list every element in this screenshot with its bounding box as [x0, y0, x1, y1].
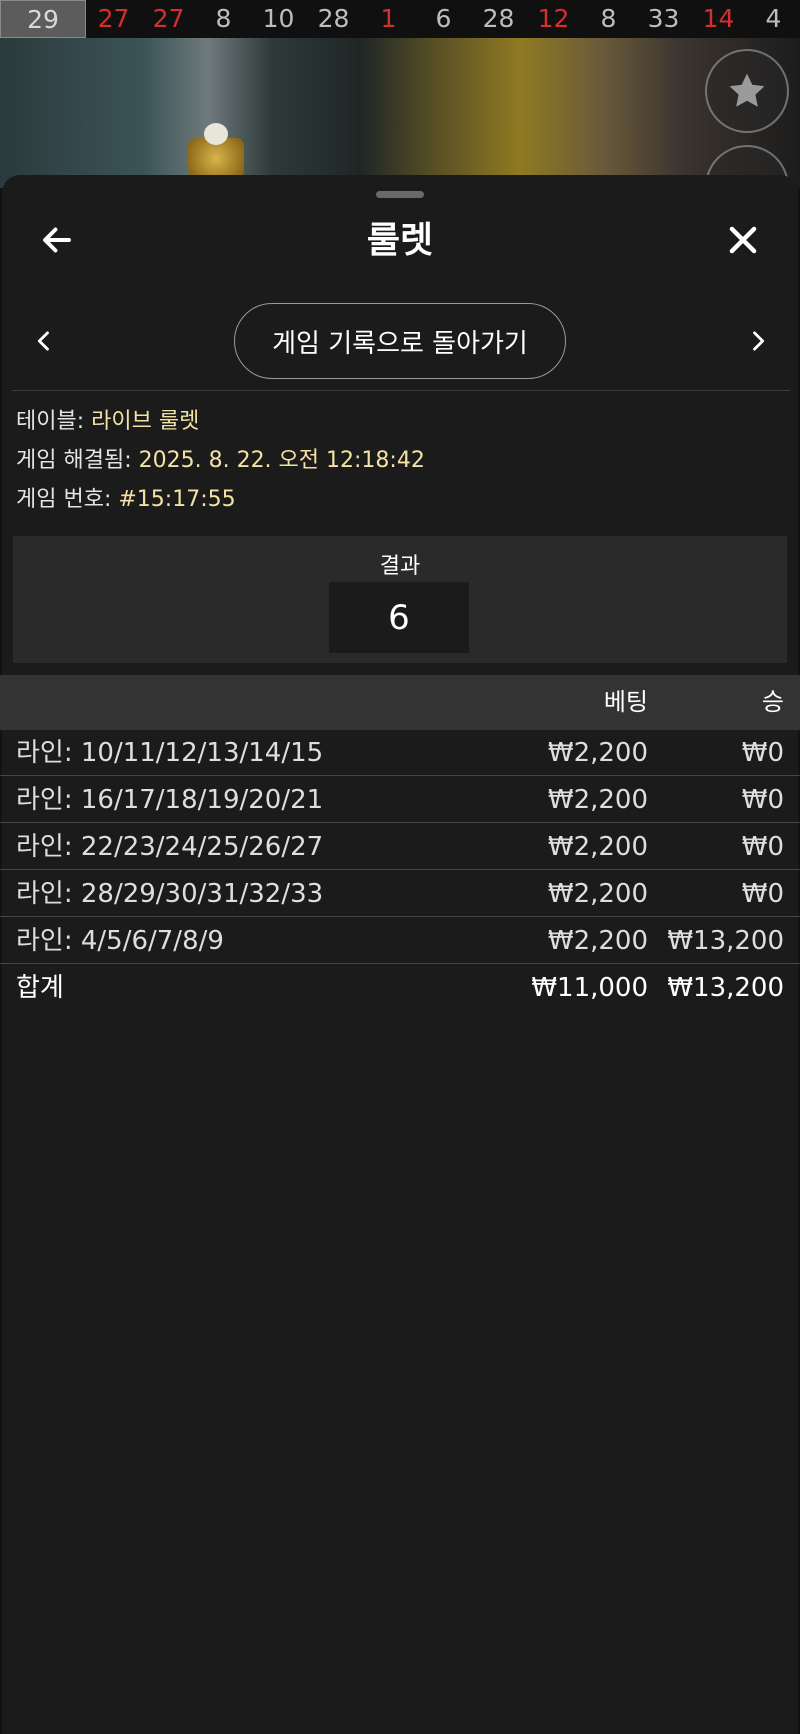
bet-line: 라인: 28/29/30/31/32/33: [16, 879, 324, 909]
result-number: 6: [435, 4, 452, 33]
drag-handle[interactable]: [376, 191, 424, 198]
chevron-left-icon: [37, 331, 49, 351]
table-info: 테이블: 라이브 룰렛: [16, 407, 199, 437]
result-number-current: 29: [0, 0, 86, 38]
favorite-button[interactable]: [705, 49, 789, 133]
result-value: 6: [329, 582, 469, 653]
bet-amount: ₩2,200: [547, 738, 648, 768]
game-number-info: 게임 번호: #15:17:55: [16, 485, 236, 515]
previous-game-button[interactable]: [24, 319, 64, 363]
resolved-value: 2025. 8. 22. 오전 12:18:42: [138, 448, 425, 473]
result-number: 8: [215, 4, 232, 33]
bet-line: 라인: 16/17/18/19/20/21: [16, 785, 324, 815]
result-box: 결과 6: [13, 536, 787, 663]
page-title: 룰렛: [366, 220, 434, 261]
result-label: 결과: [379, 554, 421, 579]
next-game-button[interactable]: [738, 319, 778, 363]
bet-amount: ₩2,200: [547, 879, 648, 909]
bet-line: 라인: 22/23/24/25/26/27: [16, 832, 324, 862]
result-number: 10: [262, 4, 295, 33]
result-number: 28: [482, 4, 515, 33]
result-number: 1: [380, 4, 397, 33]
divider: [12, 390, 790, 391]
win-amount: ₩0: [741, 738, 784, 768]
bet-amount: ₩2,200: [547, 926, 648, 956]
table-row: 라인: 16/17/18/19/20/21 ₩2,200 ₩0: [0, 777, 800, 823]
total-row: 합계 ₩11,000 ₩13,200: [0, 965, 800, 1011]
total-win: ₩13,200: [667, 973, 784, 1003]
result-number: 4: [765, 4, 782, 33]
bet-amount: ₩2,200: [547, 785, 648, 815]
bet-line: 라인: 4/5/6/7/8/9: [16, 926, 224, 956]
bet-line: 라인: 10/11/12/13/14/15: [16, 738, 324, 768]
win-column-header: 승: [761, 688, 784, 716]
table-row: 라인: 28/29/30/31/32/33 ₩2,200 ₩0: [0, 871, 800, 917]
result-number: 27: [152, 4, 185, 33]
back-to-history-button[interactable]: 게임 기록으로 돌아가기: [234, 303, 566, 379]
total-label: 합계: [16, 973, 64, 1003]
result-number: 27: [97, 4, 130, 33]
table-value: 라이브 룰렛: [91, 409, 200, 434]
resolved-label: 게임 해결됨:: [16, 448, 139, 473]
total-bet: ₩11,000: [531, 973, 648, 1003]
table-row: 라인: 22/23/24/25/26/27 ₩2,200 ₩0: [0, 824, 800, 870]
result-number: 28: [317, 4, 350, 33]
close-button[interactable]: [718, 215, 768, 265]
table-row: 라인: 4/5/6/7/8/9 ₩2,200 ₩13,200: [0, 918, 800, 964]
close-icon: [729, 226, 757, 254]
win-amount: ₩0: [741, 785, 784, 815]
win-amount: ₩13,200: [667, 926, 784, 956]
result-number: 33: [647, 4, 680, 33]
result-number: 8: [600, 4, 617, 33]
table-label: 테이블:: [16, 409, 92, 434]
recent-results-strip: 29 27 27 8 10 28 1 6 28 12 8 33 14 4: [0, 0, 800, 38]
win-amount: ₩0: [741, 879, 784, 909]
game-number-value: #15:17:55: [118, 487, 236, 512]
result-number: 12: [537, 4, 570, 33]
game-number-label: 게임 번호:: [16, 487, 119, 512]
bet-amount: ₩2,200: [547, 832, 648, 862]
bets-table-header: 베팅 승: [0, 675, 800, 730]
star-icon: [729, 73, 765, 107]
result-number: 14: [702, 4, 735, 33]
live-video-feed: [0, 38, 800, 188]
resolved-info: 게임 해결됨: 2025. 8. 22. 오전 12:18:42: [16, 446, 425, 476]
game-history-panel: 룰렛 게임 기록으로 돌아가기 테이블: 라이브 룰렛 게임 해결됨: 2025…: [0, 175, 800, 1734]
bet-column-header: 베팅: [603, 688, 648, 716]
win-amount: ₩0: [741, 832, 784, 862]
chevron-right-icon: [753, 331, 765, 351]
table-row: 라인: 10/11/12/13/14/15 ₩2,200 ₩0: [0, 730, 800, 776]
roulette-ball: [204, 123, 228, 145]
